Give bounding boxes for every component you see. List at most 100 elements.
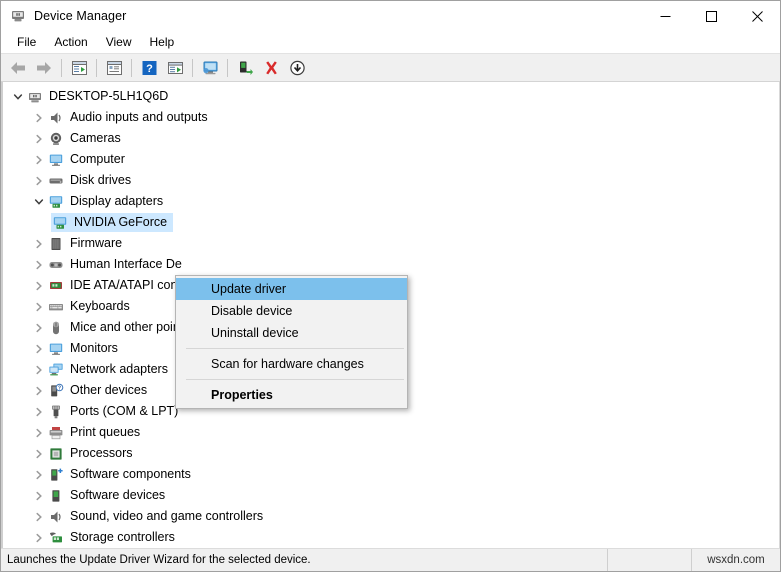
menu-help[interactable]: Help xyxy=(141,33,184,51)
device-manager-icon xyxy=(10,8,26,24)
toolbar: ? xyxy=(1,53,780,82)
tree-label: Ports (COM & LPT) xyxy=(70,404,179,418)
chevron-right-icon[interactable] xyxy=(30,423,47,442)
ide-controller-icon xyxy=(47,277,65,295)
speaker-icon xyxy=(47,109,65,127)
monitor-icon xyxy=(47,151,65,169)
maximize-button[interactable] xyxy=(688,1,734,31)
forward-arrow-icon[interactable] xyxy=(31,56,57,80)
toolbar-separator xyxy=(61,58,62,77)
context-menu-item-disable-device[interactable]: Disable device xyxy=(176,300,407,322)
chevron-right-icon[interactable] xyxy=(30,339,47,358)
chevron-right-icon[interactable] xyxy=(30,507,47,526)
help-icon[interactable]: ? xyxy=(136,56,162,80)
hid-icon xyxy=(47,256,65,274)
printer-icon xyxy=(47,424,65,442)
tree-label: Mice and other poin xyxy=(70,320,180,334)
context-menu-item-update-driver[interactable]: Update driver xyxy=(176,278,407,300)
tree-row-print-queues[interactable]: Print queues xyxy=(3,422,779,443)
chevron-right-icon[interactable] xyxy=(30,528,47,547)
tree-row-display-adapters[interactable]: Display adapters xyxy=(3,191,779,212)
chevron-right-icon[interactable] xyxy=(30,360,47,379)
tree-row-processors[interactable]: Processors xyxy=(3,443,779,464)
svg-text:?: ? xyxy=(58,385,61,391)
tree-row-human-interface-devices[interactable]: Human Interface De xyxy=(3,254,779,275)
minimize-button[interactable] xyxy=(642,1,688,31)
tree-row-disk-drives[interactable]: Disk drives xyxy=(3,170,779,191)
tree-row-computer[interactable]: Computer xyxy=(3,149,779,170)
title-bar-left: Device Manager xyxy=(1,8,126,24)
properties-icon[interactable] xyxy=(101,56,127,80)
port-icon xyxy=(47,403,65,421)
toolbar-separator xyxy=(192,58,193,77)
close-button[interactable] xyxy=(734,1,780,31)
device-tree[interactable]: DESKTOP-5LH1Q6D Audio inputs and outputs… xyxy=(1,82,780,548)
back-arrow-icon[interactable] xyxy=(5,56,31,80)
menu-file[interactable]: File xyxy=(8,33,45,51)
tree-row-firmware[interactable]: Firmware xyxy=(3,233,779,254)
chevron-right-icon[interactable] xyxy=(30,171,47,190)
status-bar: Launches the Update Driver Wizard for th… xyxy=(1,548,780,571)
disable-device-icon[interactable] xyxy=(284,56,310,80)
menu-action[interactable]: Action xyxy=(45,33,96,51)
firmware-icon xyxy=(47,235,65,253)
tree-label-selected: NVIDIA GeForce xyxy=(74,215,168,229)
chevron-down-icon[interactable] xyxy=(9,87,26,106)
context-menu-item-uninstall-device[interactable]: Uninstall device xyxy=(176,322,407,344)
computer-root-icon xyxy=(26,88,44,106)
title-bar: Device Manager xyxy=(1,1,780,31)
chevron-right-icon[interactable] xyxy=(30,444,47,463)
tree-label: Display adapters xyxy=(70,194,164,208)
chevron-right-icon[interactable] xyxy=(30,318,47,337)
tree-row-software-devices[interactable]: Software devices xyxy=(3,485,779,506)
chevron-right-icon[interactable] xyxy=(30,465,47,484)
display-adapter-icon xyxy=(51,214,69,232)
storage-controller-icon xyxy=(47,529,65,547)
mouse-icon xyxy=(47,319,65,337)
context-menu-item-scan-for-hardware-changes[interactable]: Scan for hardware changes xyxy=(176,353,407,375)
chevron-right-icon[interactable] xyxy=(30,108,47,127)
context-menu-item-properties[interactable]: Properties xyxy=(176,384,407,406)
uninstall-device-icon[interactable] xyxy=(258,56,284,80)
chevron-right-icon[interactable] xyxy=(30,486,47,505)
tree-label: Processors xyxy=(70,446,133,460)
context-menu-separator xyxy=(186,379,404,380)
tree-label: Monitors xyxy=(70,341,118,355)
chevron-right-icon[interactable] xyxy=(30,402,47,421)
tree-row-nvidia-geforce[interactable]: NVIDIA GeForce xyxy=(3,212,779,233)
chevron-down-icon[interactable] xyxy=(30,192,47,211)
enable-device-icon[interactable] xyxy=(232,56,258,80)
chevron-right-icon[interactable] xyxy=(30,297,47,316)
chevron-right-icon[interactable] xyxy=(30,276,47,295)
chevron-right-icon[interactable] xyxy=(30,129,47,148)
tree-row-cameras[interactable]: Cameras xyxy=(3,128,779,149)
tree-row-audio-inputs-and-outputs[interactable]: Audio inputs and outputs xyxy=(3,107,779,128)
chevron-right-icon[interactable] xyxy=(30,255,47,274)
status-middle-panel xyxy=(608,549,692,571)
tree-label: Network adapters xyxy=(70,362,168,376)
tree-label: Sound, video and game controllers xyxy=(70,509,264,523)
scan-for-hardware-changes-icon[interactable] xyxy=(197,56,223,80)
tree-label: Cameras xyxy=(70,131,121,145)
chevron-right-icon[interactable] xyxy=(30,150,47,169)
camera-icon xyxy=(47,130,65,148)
menu-bar: File Action View Help xyxy=(1,31,780,53)
network-adapter-icon xyxy=(47,361,65,379)
toolbar-separator xyxy=(131,58,132,77)
show-hide-console-tree-icon[interactable] xyxy=(66,56,92,80)
menu-view[interactable]: View xyxy=(97,33,141,51)
context-menu-separator xyxy=(186,348,404,349)
window-title: Device Manager xyxy=(34,9,127,23)
chevron-right-icon[interactable] xyxy=(30,381,47,400)
update-driver-icon[interactable] xyxy=(162,56,188,80)
tree-row-sound-video-and-game-controllers[interactable]: Sound, video and game controllers xyxy=(3,506,779,527)
software-device-icon xyxy=(47,487,65,505)
tree-row-storage-controllers[interactable]: Storage controllers xyxy=(3,527,779,548)
tree-label: Keyboards xyxy=(70,299,130,313)
status-watermark: wsxdn.com xyxy=(707,554,765,566)
processor-icon xyxy=(47,445,65,463)
tree-row-root[interactable]: DESKTOP-5LH1Q6D xyxy=(3,86,779,107)
chevron-right-icon[interactable] xyxy=(30,234,47,253)
tree-label: Audio inputs and outputs xyxy=(70,110,208,124)
tree-row-software-components[interactable]: Software components xyxy=(3,464,779,485)
